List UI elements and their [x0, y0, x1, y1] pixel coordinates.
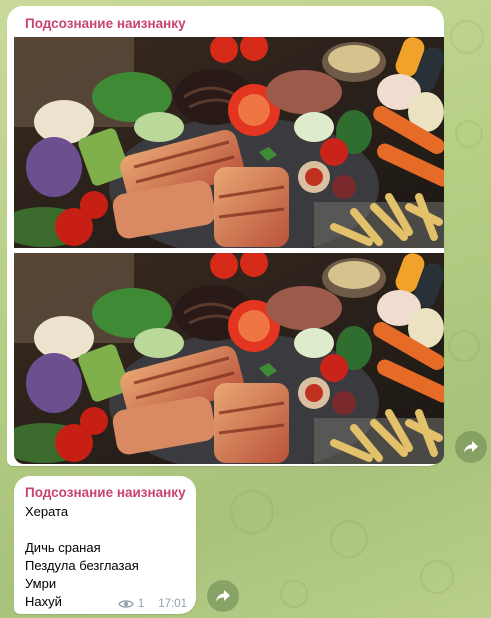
wallpaper-doodle: [330, 520, 368, 558]
message-bubble-album[interactable]: Подсознание наизнанку: [7, 6, 444, 466]
message-bubble-text[interactable]: Подсознание наизнанку Херата Дичь сраная…: [14, 476, 196, 614]
sender-name[interactable]: Подсознание наизнанку: [25, 16, 186, 31]
wallpaper-doodle: [280, 580, 308, 608]
share-arrow-icon: [464, 441, 478, 453]
wallpaper-doodle: [230, 490, 274, 534]
photo-attachment[interactable]: [14, 37, 444, 248]
wallpaper-doodle: [420, 560, 454, 594]
food-photo: [14, 37, 444, 248]
message-time: 17:01: [158, 598, 187, 610]
message-text-line: Нахуй: [25, 594, 62, 609]
message-text-line: Дичь сраная: [25, 540, 101, 555]
share-arrow-icon: [216, 590, 230, 602]
sender-name[interactable]: Подсознание наизнанку: [25, 485, 186, 500]
food-photo: [14, 253, 444, 464]
message-text-line: Умри: [25, 576, 57, 591]
message-text-line: Херата: [25, 504, 69, 519]
wallpaper-doodle: [455, 120, 483, 148]
photo-attachment[interactable]: [14, 253, 444, 464]
view-count: 1: [137, 598, 145, 610]
eye-icon: [117, 600, 134, 608]
wallpaper-doodle: [448, 330, 480, 362]
message-text-line: Пездула безглазая: [25, 558, 139, 573]
wallpaper-doodle: [450, 20, 484, 54]
message-meta: 1 17:01: [117, 598, 187, 610]
share-button[interactable]: [455, 431, 487, 463]
share-button[interactable]: [207, 580, 239, 612]
